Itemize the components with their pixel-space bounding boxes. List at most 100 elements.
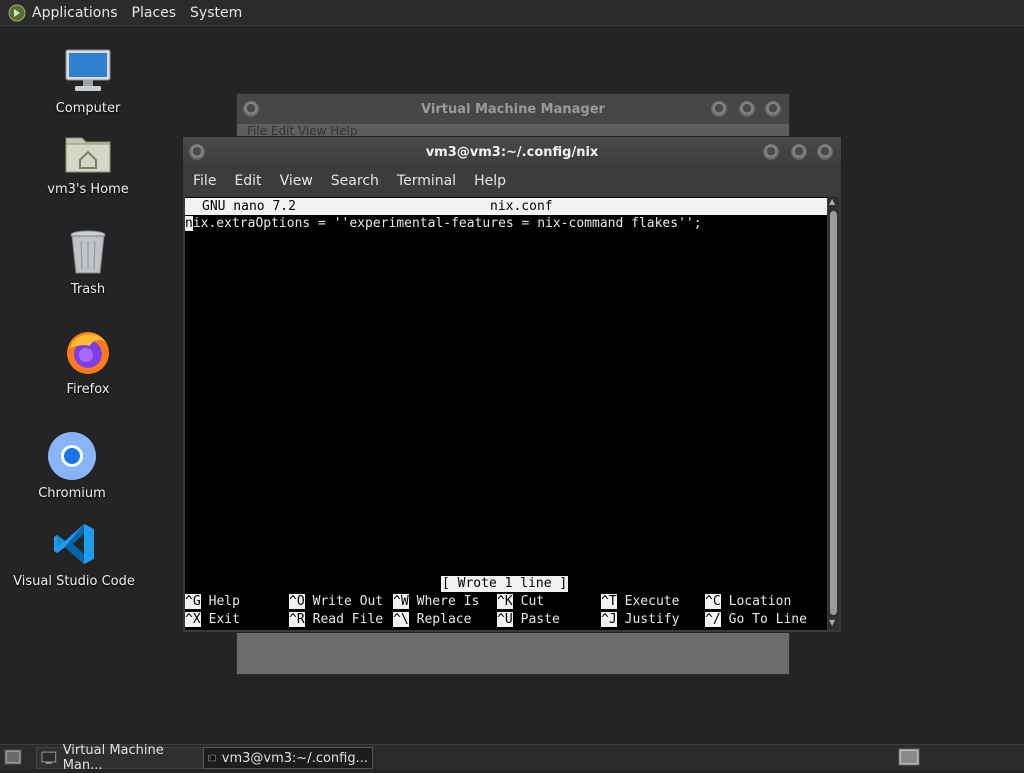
shortcut-desc: Help — [208, 594, 240, 609]
close-icon[interactable] — [817, 144, 833, 160]
taskbar-item-terminal[interactable]: vm3@vm3:~/.config... — [203, 747, 373, 769]
computer-icon — [62, 45, 114, 97]
shortcut-write-out: ^O Write Out — [289, 594, 383, 609]
chromium-icon — [46, 430, 98, 482]
shortcut-justify: ^J Justify — [601, 612, 679, 627]
desktop-icon-home[interactable]: vm3's Home — [33, 126, 143, 197]
shortcut-key: ^O — [289, 594, 305, 609]
taskbar-item-label: Virtual Machine Man... — [62, 743, 164, 773]
terminal-task-icon — [208, 754, 216, 762]
shortcut-key: ^W — [393, 594, 409, 609]
shortcut-help: ^G Help — [185, 594, 240, 609]
shortcut-key: ^G — [185, 594, 201, 609]
menu-file[interactable]: File — [193, 173, 216, 189]
menu-view[interactable]: View — [280, 173, 313, 189]
shortcut-desc: Where Is — [416, 594, 480, 609]
shortcut-read-file: ^R Read File — [289, 612, 383, 627]
shortcut-desc: Execute — [624, 594, 680, 609]
shortcut-key: ^\ — [393, 612, 409, 627]
terminal-screen[interactable]: GNU nano 7.2 nix.conf nix.extraOptions =… — [185, 197, 827, 630]
home-folder-icon — [62, 126, 114, 178]
terminal-window[interactable]: vm3@vm3:~/.config/nix File Edit View Sea… — [182, 136, 842, 633]
nano-status-message: [ Wrote 1 line ] — [441, 576, 569, 592]
top-panel: Applications Places System — [0, 0, 1024, 26]
shortcut-location: ^C Location — [705, 594, 791, 609]
shortcut-desc: Exit — [208, 612, 240, 627]
desktop-icon-label: Visual Studio Code — [13, 574, 135, 589]
taskbar-item-label: vm3@vm3:~/.config... — [221, 750, 368, 766]
nano-filename: nix.conf — [490, 199, 553, 214]
shortcut-key: ^K — [497, 594, 513, 609]
shortcut-desc: Paste — [520, 612, 560, 627]
close-icon[interactable] — [765, 101, 781, 117]
vmm-task-icon — [41, 751, 57, 764]
file-line[interactable]: nix.extraOptions = ''experimental-featur… — [185, 216, 702, 231]
bottom-panel: Virtual Machine Man... vm3@vm3:~/.config… — [0, 743, 1024, 773]
minimize-icon[interactable] — [711, 101, 727, 117]
shortcut-replace: ^\ Replace — [393, 612, 471, 627]
terminal-scrollbar[interactable]: ▲ ▼ — [828, 197, 839, 630]
desktop-icon-label: Trash — [70, 282, 106, 297]
desktop-icon-computer[interactable]: Computer — [33, 45, 143, 116]
vmm-title: Virtual Machine Manager — [421, 101, 605, 117]
nano-version: GNU nano 7.2 — [202, 199, 296, 214]
shortcut-cut: ^K Cut — [497, 594, 544, 609]
desktop-icon-vscode[interactable]: Visual Studio Code — [13, 518, 135, 589]
workspace-switcher-icon[interactable] — [898, 748, 920, 766]
shortcut-desc: Cut — [520, 594, 545, 609]
trash-icon — [62, 226, 114, 278]
desktop-icon-trash[interactable]: Trash — [33, 226, 143, 297]
shortcut-desc: Justify — [624, 612, 680, 627]
shortcut-key: ^U — [497, 612, 513, 627]
shortcut-desc: Location — [728, 594, 792, 609]
shortcut-key: ^C — [705, 594, 721, 609]
shortcut-key: ^T — [601, 594, 617, 609]
menu-edit[interactable]: Edit — [234, 173, 261, 189]
shortcut-desc: Write Out — [312, 594, 384, 609]
window-menu-icon[interactable] — [243, 101, 259, 117]
terminal-titlebar[interactable]: vm3@vm3:~/.config/nix — [183, 137, 841, 167]
menu-search[interactable]: Search — [331, 173, 379, 189]
shortcut-where-is: ^W Where Is — [393, 594, 479, 609]
window-menu-icon[interactable] — [189, 144, 205, 160]
taskbar-item-vmm[interactable]: Virtual Machine Man... — [36, 743, 210, 773]
show-desktop-icon[interactable] — [4, 749, 22, 765]
shortcut-desc: Read File — [312, 612, 384, 627]
terminal-title: vm3@vm3:~/.config/nix — [425, 144, 599, 160]
text-cursor: n — [185, 216, 193, 231]
desktop-icon-label: Firefox — [66, 382, 110, 397]
file-line-text: ix.extraOptions = ''experimental-feature… — [192, 216, 702, 231]
vmm-titlebar[interactable]: Virtual Machine Manager — [237, 94, 789, 124]
maximize-icon[interactable] — [739, 101, 755, 117]
minimize-icon[interactable] — [763, 144, 779, 160]
nano-title-bar: GNU nano 7.2 nix.conf — [185, 198, 827, 215]
desktop-icon-chromium[interactable]: Chromium — [17, 430, 127, 501]
shortcut-paste: ^U Paste — [497, 612, 560, 627]
shortcut-desc: Replace — [416, 612, 472, 627]
shortcut-go-to-line: ^/ Go To Line — [705, 612, 807, 627]
scroll-up-icon[interactable]: ▲ — [829, 197, 835, 206]
vscode-icon — [48, 518, 100, 570]
shortcut-key: ^/ — [705, 612, 721, 627]
firefox-icon — [62, 326, 114, 378]
desktop-icon-label: vm3's Home — [47, 182, 129, 197]
desktop-icon-label: Computer — [55, 101, 121, 116]
shortcut-desc: Go To Line — [728, 612, 807, 627]
shortcut-exit: ^X Exit — [185, 612, 240, 627]
scroll-down-icon[interactable]: ▼ — [829, 618, 835, 627]
desktop-icon-label: Chromium — [38, 486, 106, 501]
scrollbar-thumb[interactable] — [830, 211, 837, 615]
shortcut-key: ^X — [185, 612, 201, 627]
shortcut-execute: ^T Execute — [601, 594, 679, 609]
menu-help[interactable]: Help — [474, 173, 506, 189]
maximize-icon[interactable] — [791, 144, 807, 160]
menu-terminal[interactable]: Terminal — [397, 173, 456, 189]
system-menu[interactable]: System — [190, 5, 242, 21]
places-menu[interactable]: Places — [132, 5, 177, 21]
shortcut-key: ^J — [601, 612, 617, 627]
applications-menu[interactable]: Applications — [32, 5, 118, 21]
terminal-menubar: File Edit View Search Terminal Help — [183, 167, 841, 195]
distro-logo-icon[interactable] — [8, 4, 26, 22]
shortcut-key: ^R — [289, 612, 305, 627]
desktop-icon-firefox[interactable]: Firefox — [33, 326, 143, 397]
